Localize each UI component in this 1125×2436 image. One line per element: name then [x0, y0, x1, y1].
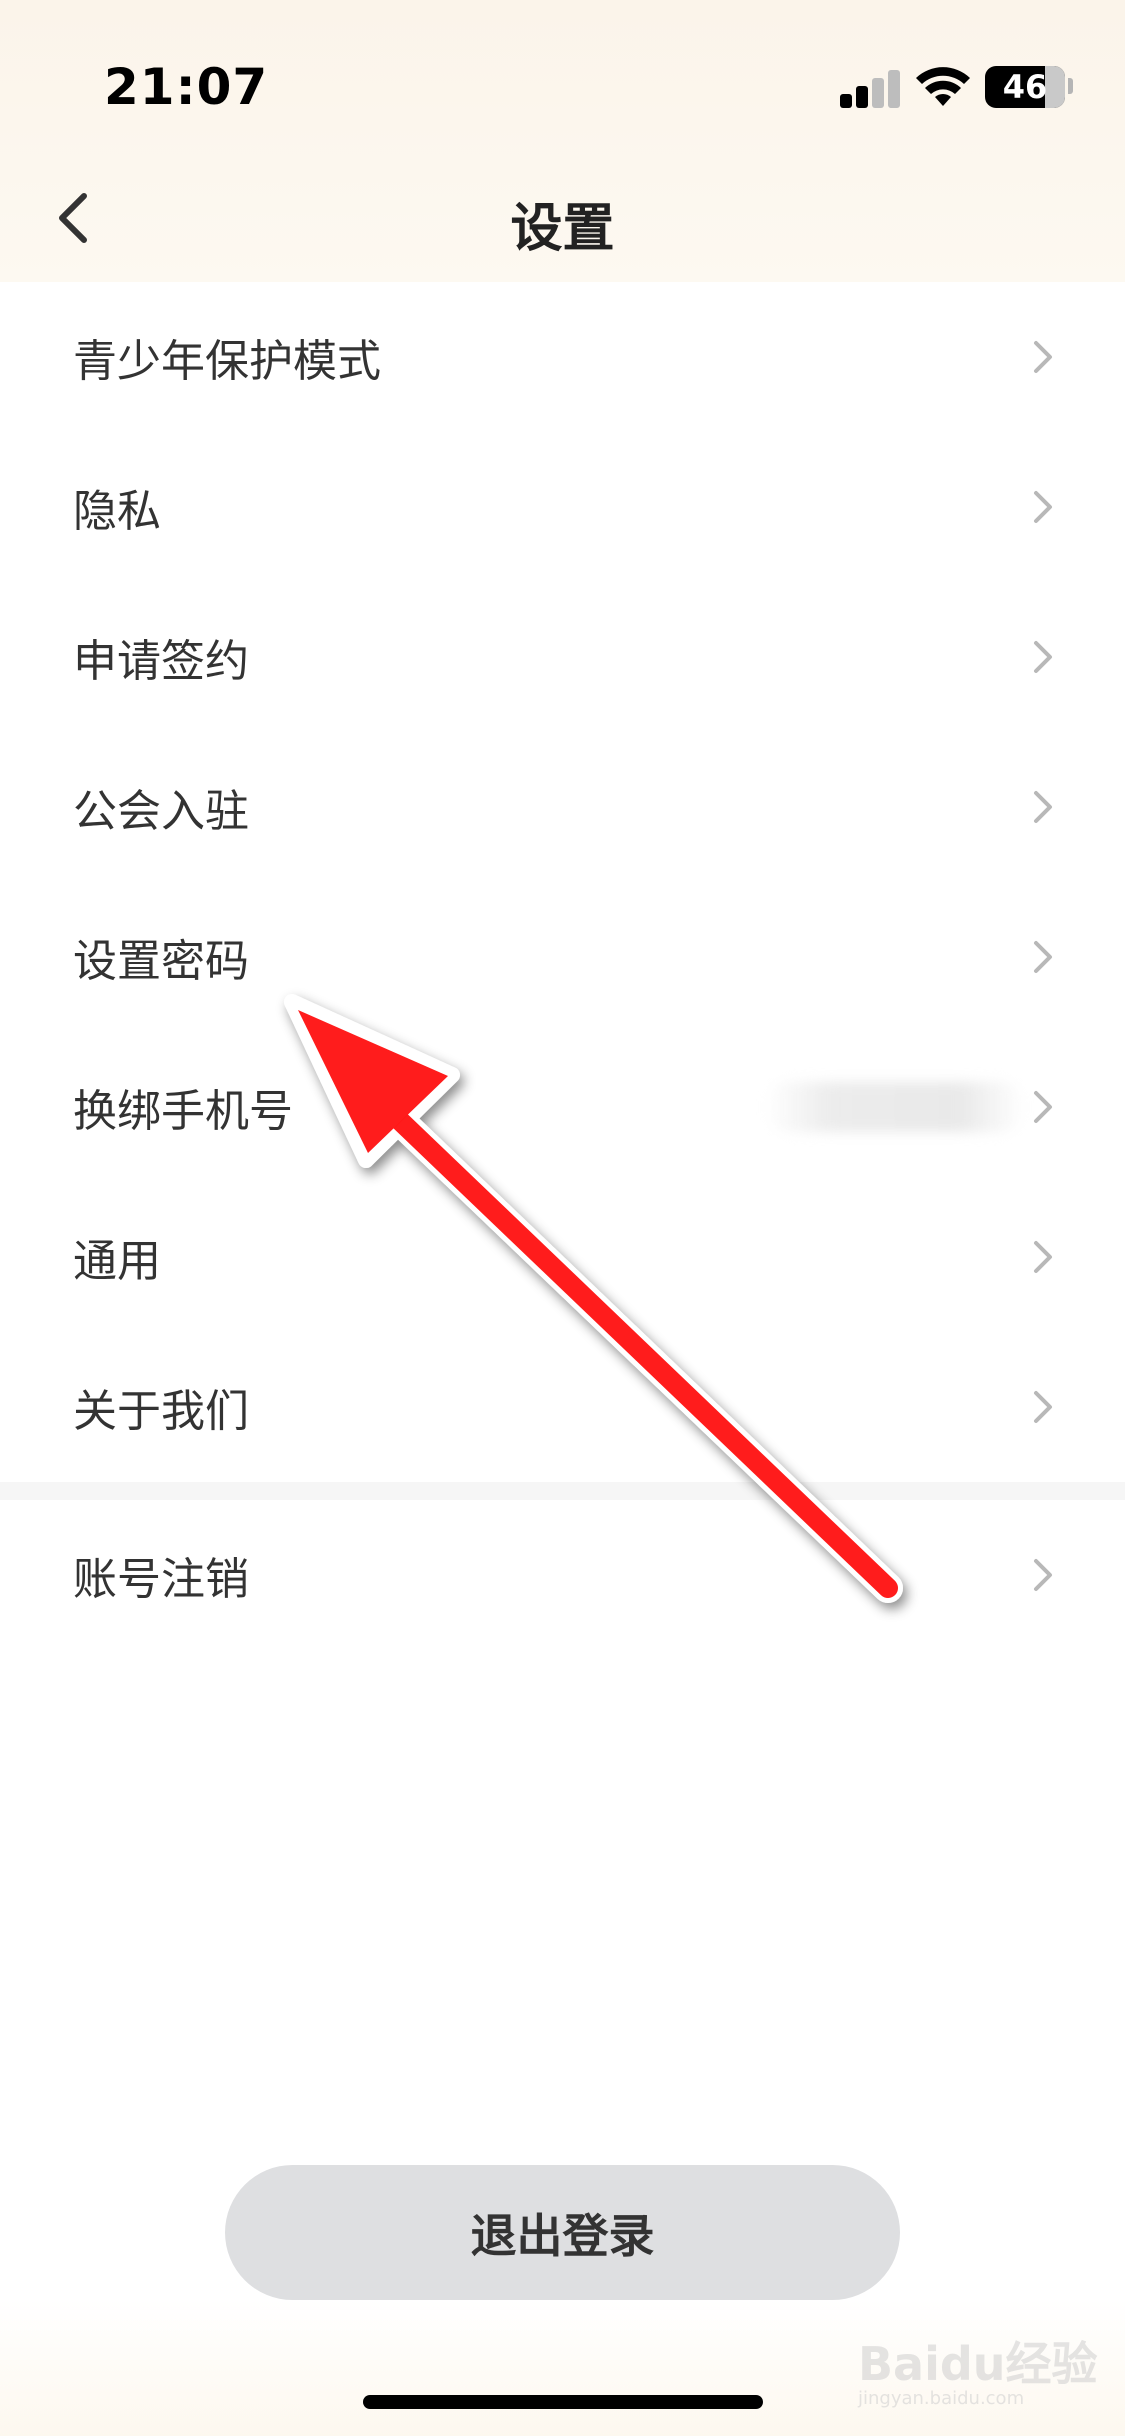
settings-item-delete-account[interactable]: 账号注销: [0, 1500, 1125, 1650]
account-section: 账号注销: [0, 1500, 1125, 1650]
chevron-right-icon: [1034, 1091, 1052, 1123]
status-time: 21:07: [104, 58, 269, 116]
page-title: 设置: [510, 199, 615, 259]
settings-item-label: 申请签约: [73, 636, 249, 687]
baidu-watermark: Baidu经验 jingyan.baidu.com: [858, 2318, 1098, 2418]
settings-item-label: 账号注销: [73, 1554, 249, 1605]
settings-list: 青少年保护模式 隐私 申请签约 公会入驻 设置密码 换绑手机号 通用 关于我们: [0, 282, 1125, 1482]
settings-item-privacy[interactable]: 隐私: [0, 432, 1125, 582]
battery-icon: 46: [985, 66, 1065, 108]
status-bar: 21:07 46: [0, 0, 1125, 150]
chevron-right-icon: [1034, 641, 1052, 673]
watermark-text: Baidu经验: [858, 2337, 1098, 2391]
settings-item-guild-join[interactable]: 公会入驻: [0, 732, 1125, 882]
navigation-bar: 设置: [0, 150, 1125, 282]
settings-item-label: 换绑手机号: [73, 1086, 293, 1137]
settings-item-apply-contract[interactable]: 申请签约: [0, 582, 1125, 732]
chevron-right-icon: [1034, 341, 1052, 373]
chevron-right-icon: [1034, 1559, 1052, 1591]
settings-item-label: 隐私: [73, 486, 161, 537]
chevron-right-icon: [1034, 1391, 1052, 1423]
settings-item-about-us[interactable]: 关于我们: [0, 1332, 1125, 1482]
settings-item-change-phone[interactable]: 换绑手机号: [0, 1032, 1125, 1182]
chevron-right-icon: [1034, 491, 1052, 523]
watermark-sub: jingyan.baidu.com: [858, 2388, 1025, 2409]
settings-item-label: 公会入驻: [73, 786, 249, 837]
settings-item-general[interactable]: 通用: [0, 1182, 1125, 1332]
settings-item-label: 通用: [73, 1236, 161, 1287]
settings-item-youth-mode[interactable]: 青少年保护模式: [0, 282, 1125, 432]
home-indicator: [363, 2395, 763, 2409]
blurred-phone-number: [765, 1082, 1025, 1132]
settings-item-set-password[interactable]: 设置密码: [0, 882, 1125, 1032]
battery-tip: [1068, 78, 1073, 94]
chevron-right-icon: [1034, 941, 1052, 973]
chevron-right-icon: [1034, 791, 1052, 823]
cellular-signal-icon: [840, 68, 900, 108]
settings-item-label: 关于我们: [73, 1386, 249, 1437]
chevron-right-icon: [1034, 1241, 1052, 1273]
battery-level: 46: [1002, 68, 1048, 106]
wifi-icon: [916, 67, 970, 106]
settings-item-label: 设置密码: [73, 936, 249, 987]
settings-item-label: 青少年保护模式: [73, 336, 381, 387]
section-divider: [0, 1482, 1125, 1500]
logout-button[interactable]: 退出登录: [225, 2165, 900, 2300]
